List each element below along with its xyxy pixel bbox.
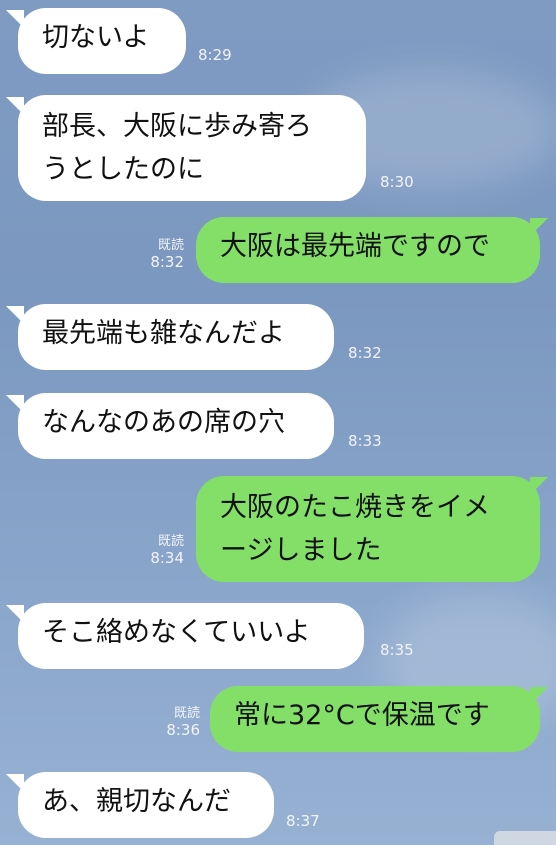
message-text-line: ージしました [220, 535, 382, 566]
message-meta: 既読 8:34 [130, 530, 184, 567]
message-time: 8:30 [380, 173, 414, 191]
message-meta: 既読 8:36 [146, 702, 200, 739]
message-time: 8:33 [348, 432, 382, 450]
bubble-tail [6, 605, 24, 623]
message-time: 8:32 [348, 344, 382, 362]
bubble-tail [6, 774, 24, 792]
read-receipt: 既読 [157, 534, 184, 549]
message-meta: 既読 8:32 [130, 234, 184, 271]
message-time: 8:29 [198, 46, 232, 64]
incoming-message-bubble[interactable]: なんなのあの席の穴 [18, 393, 334, 459]
message-text: 大阪は最先端ですので [220, 231, 490, 262]
message-text: なんなのあの席の穴 [42, 407, 285, 438]
bubble-tail [6, 97, 24, 115]
message-text: 最先端も雑なんだよ [42, 318, 285, 349]
outgoing-message-bubble[interactable]: 大阪のたこ焼きをイメ ージしました [196, 476, 540, 582]
bubble-tail [530, 687, 548, 705]
outgoing-message-bubble[interactable]: 常に32°Cで保温です [210, 686, 540, 752]
incoming-message-bubble[interactable]: 切ないよ [18, 8, 186, 74]
message-text: あ、親切なんだ [42, 786, 231, 817]
message-text: そこ絡めなくていいよ [42, 617, 311, 648]
bubble-tail [6, 10, 24, 28]
incoming-message-bubble[interactable]: 最先端も雑なんだよ [18, 304, 334, 370]
bubble-tail [6, 306, 24, 324]
message-time: 8:35 [380, 641, 414, 659]
message-text: 常に32°Cで保温です [234, 700, 490, 731]
message-text: 切ないよ [42, 22, 150, 53]
read-receipt: 既読 [173, 706, 200, 721]
bubble-tail [6, 395, 24, 413]
scroll-corner [494, 831, 556, 845]
incoming-message-bubble[interactable]: あ、親切なんだ [18, 772, 274, 838]
message-time: 8:36 [166, 721, 200, 739]
bubble-tail [530, 218, 548, 236]
message-time: 8:34 [150, 549, 184, 567]
bubble-tail [530, 477, 548, 495]
message-text-line: うとしたのに [42, 154, 204, 185]
message-time: 8:32 [150, 253, 184, 271]
message-text-line: 大阪のたこ焼きをイメ [220, 492, 490, 523]
message-time: 8:37 [286, 812, 320, 830]
message-text-line: 部長、大阪に歩み寄ろ [42, 111, 312, 142]
incoming-message-bubble[interactable]: 部長、大阪に歩み寄ろ うとしたのに [18, 95, 366, 201]
read-receipt: 既読 [157, 238, 184, 253]
outgoing-message-bubble[interactable]: 大阪は最先端ですので [196, 217, 540, 283]
incoming-message-bubble[interactable]: そこ絡めなくていいよ [18, 603, 364, 669]
